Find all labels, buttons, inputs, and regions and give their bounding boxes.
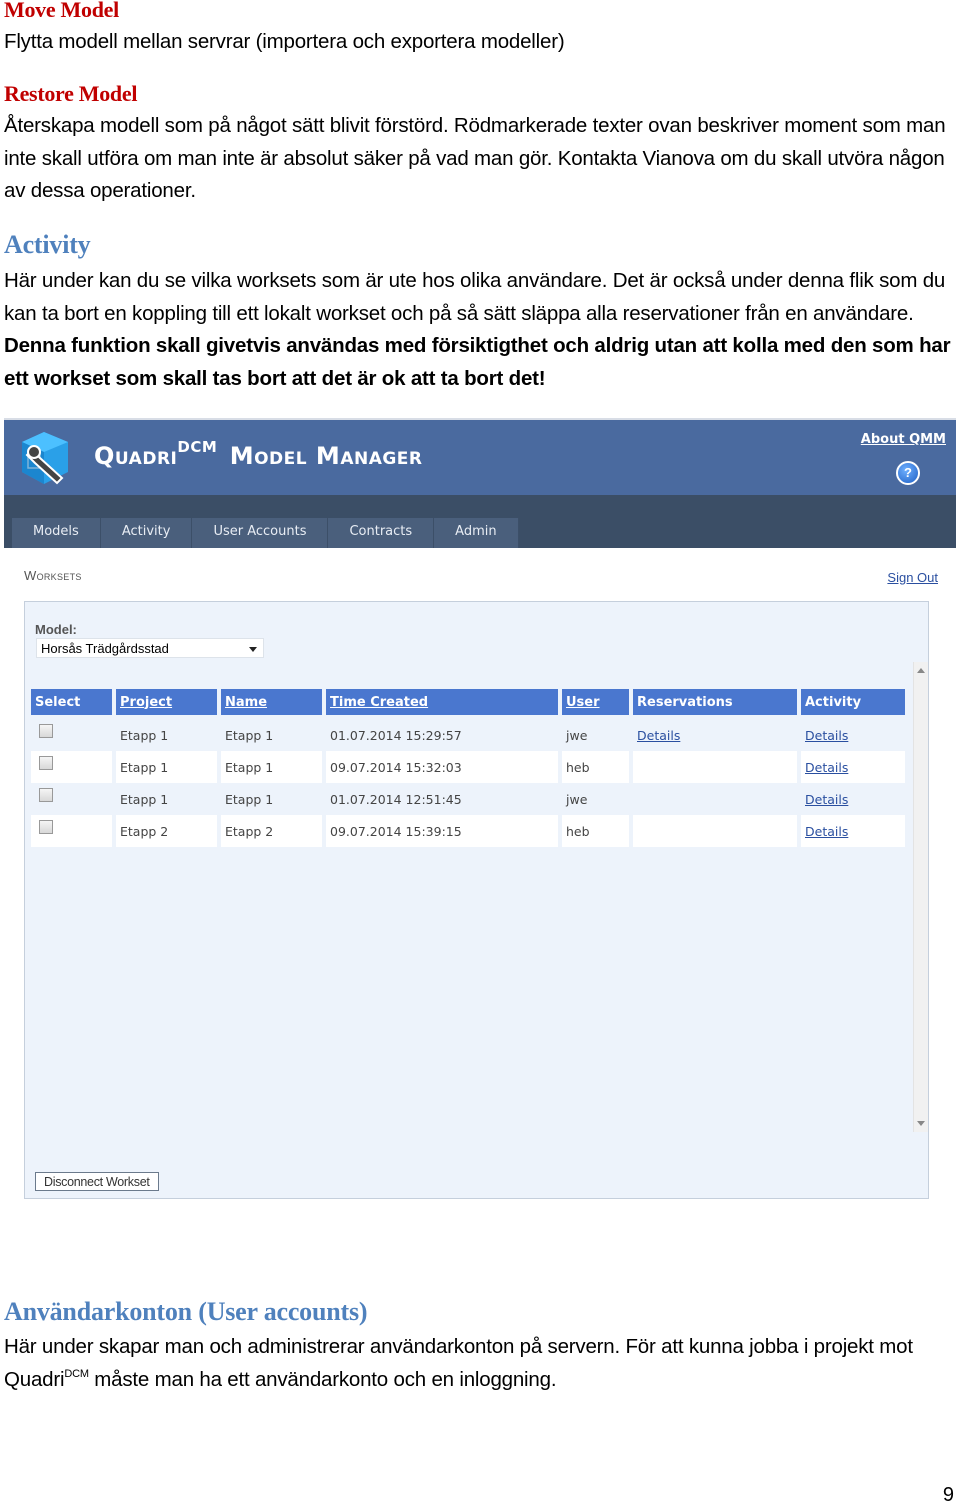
row-checkbox[interactable] xyxy=(39,788,53,802)
activity-text-normal: Här under kan du se vilka worksets som ä… xyxy=(4,269,946,325)
tab-user-accounts[interactable]: User Accounts xyxy=(192,518,329,548)
tab-contracts[interactable]: Contracts xyxy=(328,518,435,548)
header-time-created-label: Time Created xyxy=(330,694,429,710)
name-cell: Etapp 2 xyxy=(221,815,322,847)
row-checkbox[interactable] xyxy=(39,820,53,834)
select-cell xyxy=(31,719,112,751)
move-model-heading: Move Model xyxy=(4,0,119,22)
time-created-cell: 09.07.2014 15:39:15 xyxy=(326,815,558,847)
header-project-label: Project xyxy=(120,694,173,710)
header-reservations: Reservations xyxy=(633,689,797,715)
app-header: QuadriDCM Model Manager About QMM ? xyxy=(4,418,956,495)
header-name[interactable]: Name xyxy=(221,689,322,715)
worksets-title: Worksets xyxy=(24,568,82,583)
reservations-cell xyxy=(633,783,797,815)
activity-text-warning: Denna funktion skall givetvis användas m… xyxy=(4,334,951,390)
table-row: Etapp 1 Etapp 1 01.07.2014 15:29:57 jwe … xyxy=(31,719,911,751)
scroll-up-icon[interactable] xyxy=(917,668,925,673)
activity-text: Här under kan du se vilka worksets som ä… xyxy=(4,265,954,395)
user-cell: heb xyxy=(562,751,629,783)
activity-details-link[interactable]: Details xyxy=(805,824,848,839)
disconnect-workset-button[interactable]: Disconnect Workset xyxy=(35,1172,159,1191)
user-accounts-text-after: måste man ha ett användarkonto och en in… xyxy=(88,1367,557,1391)
name-cell: Etapp 1 xyxy=(221,751,322,783)
move-model-text: Flytta modell mellan servrar (importera … xyxy=(4,30,565,53)
chevron-down-icon xyxy=(249,647,257,652)
header-name-label: Name xyxy=(225,694,268,710)
help-icon[interactable]: ? xyxy=(896,461,920,485)
model-label: Model: xyxy=(35,622,77,637)
time-created-cell: 09.07.2014 15:32:03 xyxy=(326,751,558,783)
nav-bar: Models Activity User Accounts Contracts … xyxy=(4,495,956,548)
sign-out-link[interactable]: Sign Out xyxy=(887,570,938,585)
scroll-down-icon[interactable] xyxy=(917,1121,925,1126)
activity-cell: Details xyxy=(801,815,905,847)
user-cell: jwe xyxy=(566,727,588,743)
table-scrollbar[interactable] xyxy=(913,662,928,1132)
table-row: Etapp 1 Etapp 1 09.07.2014 15:32:03 heb … xyxy=(31,751,911,783)
app-title: QuadriDCM Model Manager xyxy=(94,440,423,471)
nav-tabs: Models Activity User Accounts Contracts … xyxy=(12,518,519,548)
app-title-quadri: Quadri xyxy=(94,442,178,470)
header-select: Select xyxy=(31,689,112,715)
reservations-details-link[interactable]: Details xyxy=(637,728,680,743)
restore-model-heading: Restore Model xyxy=(4,81,138,106)
tab-models[interactable]: Models xyxy=(12,518,101,548)
user-accounts-superscript: DCM xyxy=(64,1367,89,1380)
header-activity: Activity xyxy=(801,689,905,715)
table-row: Etapp 2 Etapp 2 09.07.2014 15:39:15 heb … xyxy=(31,815,911,847)
activity-cell: Details xyxy=(801,783,905,815)
activity-details-link[interactable]: Details xyxy=(805,728,848,743)
activity-details-link[interactable]: Details xyxy=(805,792,848,807)
activity-cell: Details xyxy=(801,751,905,783)
project-cell: Etapp 1 xyxy=(116,751,217,783)
model-manager-logo-icon xyxy=(22,432,68,485)
user-cell: heb xyxy=(562,815,629,847)
project-cell: Etapp 1 xyxy=(120,791,169,807)
name-cell: Etapp 1 xyxy=(225,727,274,743)
project-cell: Etapp 1 xyxy=(120,727,169,743)
header-time-created[interactable]: Time Created xyxy=(326,689,558,715)
name-cell: Etapp 1 xyxy=(225,791,274,807)
about-qmm-link[interactable]: About QMM xyxy=(861,432,946,447)
tab-admin[interactable]: Admin xyxy=(434,518,519,548)
time-created-cell: 01.07.2014 12:51:45 xyxy=(330,791,462,807)
activity-heading: Activity xyxy=(4,230,91,259)
select-cell xyxy=(31,783,112,815)
model-select[interactable]: Horsås Trädgårdsstad xyxy=(36,638,264,658)
worksets-panel: Model: Horsås Trädgårdsstad Select Proje… xyxy=(24,601,929,1199)
header-project[interactable]: Project xyxy=(116,689,217,715)
row-checkbox[interactable] xyxy=(39,756,53,770)
user-accounts-text: Här under skapar man och administrerar a… xyxy=(4,1331,954,1396)
header-user-label: User xyxy=(566,694,600,710)
project-cell: Etapp 2 xyxy=(116,815,217,847)
reservations-cell xyxy=(633,815,797,847)
page-number: 9 xyxy=(942,1484,954,1506)
select-cell xyxy=(31,815,112,847)
table-row: Etapp 1 Etapp 1 01.07.2014 12:51:45 jwe … xyxy=(31,783,911,815)
row-checkbox[interactable] xyxy=(39,724,53,738)
activity-cell: Details xyxy=(801,719,905,751)
user-accounts-heading: Användarkonton (User accounts) xyxy=(4,1297,368,1326)
reservations-cell: Details xyxy=(633,719,797,751)
tab-activity[interactable]: Activity xyxy=(100,518,193,548)
reservations-cell xyxy=(633,751,797,783)
app-title-model-manager: Model Manager xyxy=(229,442,423,470)
select-cell xyxy=(31,751,112,783)
user-cell: jwe xyxy=(566,791,588,807)
table-header: Select Project Name Time Created User Re… xyxy=(31,689,911,719)
restore-model-text: Återskapa modell som på något sätt blivi… xyxy=(4,114,946,202)
header-user[interactable]: User xyxy=(562,689,629,715)
worksets-table: Select Project Name Time Created User Re… xyxy=(31,689,911,847)
time-created-cell: 01.07.2014 15:29:57 xyxy=(330,727,462,743)
model-select-value: Horsås Trädgårdsstad xyxy=(41,641,169,656)
app-title-sup: DCM xyxy=(177,438,218,456)
activity-details-link[interactable]: Details xyxy=(805,760,848,775)
app-screenshot: QuadriDCM Model Manager About QMM ? Mode… xyxy=(4,418,956,1208)
